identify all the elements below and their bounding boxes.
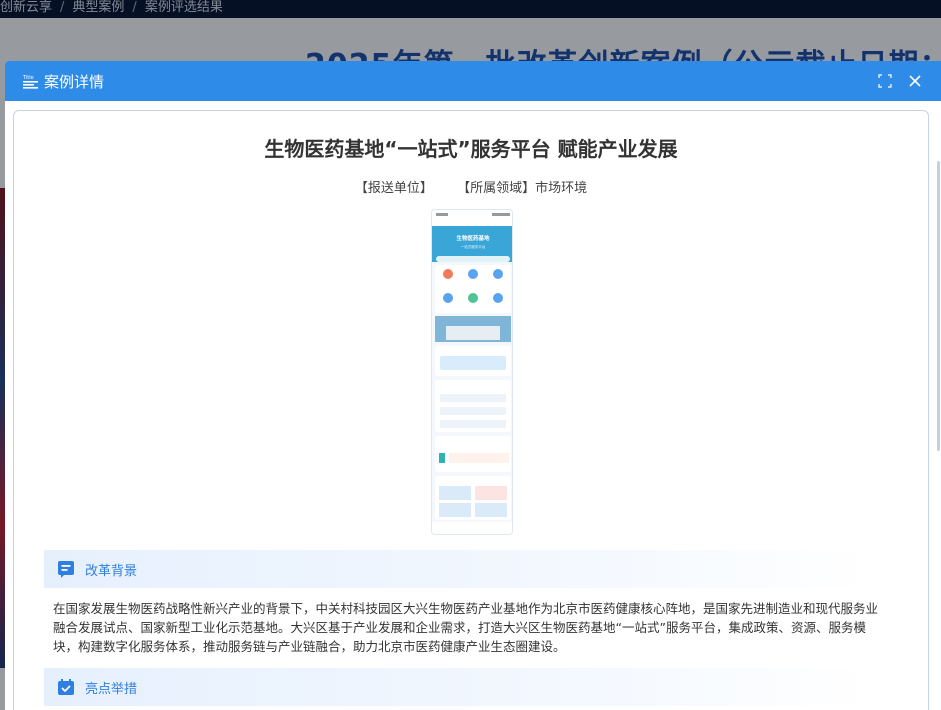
title-lines-icon: Title (23, 75, 38, 89)
modal-header: Title 案例详情 (5, 61, 941, 101)
section-highlight-measures: 亮点举措 (44, 668, 869, 706)
modal-scrollbar[interactable] (937, 161, 940, 451)
phone-banner-text: 生物医药基地 (456, 234, 490, 242)
case-meta: 【报送单位】 【所属领域】市场环境 (14, 177, 928, 196)
field-label: 【所属领域】市场环境 (457, 181, 588, 196)
calendar-check-icon (58, 679, 74, 695)
section-label: 改革背景 (85, 563, 138, 579)
flag-icon (58, 561, 74, 578)
reporting-unit: 【报送单位】 (354, 181, 433, 196)
svg-text:Title: Title (23, 75, 34, 81)
phone-banner-sub: 一站式服务平台 (461, 244, 486, 249)
modal-title: 案例详情 (44, 72, 105, 91)
case-title: 生物医药基地“一站式”服务平台 赋能产业发展 (264, 137, 678, 161)
app-screenshot-image: 生物医药基地 一站式服务平台 (431, 209, 513, 535)
app-screenshot-icon: 生物医药基地 一站式服务平台 (432, 210, 512, 534)
fullscreen-icon[interactable] (877, 73, 893, 89)
section-label: 亮点举措 (85, 681, 138, 697)
case-detail-modal: Title 案例详情 生物医药基地“一站式”服务平台 赋能产业发展 【报送单位】… (5, 61, 941, 710)
section-reform-background: 改革背景 (44, 550, 869, 588)
close-icon[interactable] (907, 73, 923, 89)
case-content: 生物医药基地“一站式”服务平台 赋能产业发展 【报送单位】 【所属领域】市场环境… (13, 110, 929, 710)
reform-background-text: 在国家发展生物医药战略性新兴产业的背景下，中关村科技园区大兴生物医药产业基地作为… (53, 601, 879, 654)
